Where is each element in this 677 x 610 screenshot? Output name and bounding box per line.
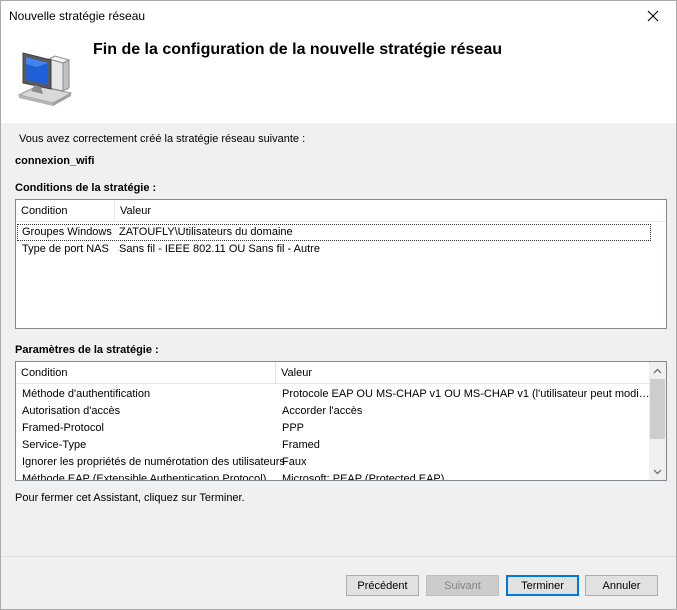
list-item[interactable]: Type de port NAS Sans fil - IEEE 802.11 … [17, 241, 651, 258]
condition-cell: Service-Type [22, 439, 87, 451]
value-cell: Faux [282, 456, 307, 468]
scroll-up-button[interactable] [649, 362, 666, 379]
chevron-up-icon [653, 368, 662, 373]
scroll-thumb[interactable] [650, 379, 665, 439]
cancel-button[interactable]: Annuler [585, 575, 658, 596]
conditions-list-header: Condition Valeur [16, 200, 666, 222]
settings-list-header: Condition Valeur [16, 362, 650, 384]
value-cell: Sans fil - IEEE 802.11 OU Sans fil - Aut… [119, 243, 320, 255]
footer-text: Pour fermer cet Assistant, cliquez sur T… [15, 492, 245, 504]
value-cell: ZATOUFLY\Utilisateurs du domaine [119, 226, 293, 238]
value-cell: Protocole EAP OU MS-CHAP v1 OU MS-CHAP v… [282, 388, 650, 400]
value-cell: Microsoft: PEAP (Protected EAP) [282, 473, 445, 481]
intro-text: Vous avez correctement créé la stratégie… [19, 133, 306, 145]
list-item[interactable]: Méthode EAP (Extensible Authentication P… [17, 471, 651, 481]
finish-button[interactable]: Terminer [506, 575, 579, 596]
condition-cell: Type de port NAS [22, 243, 109, 255]
condition-cell: Autorisation d'accès [22, 405, 121, 417]
conditions-label: Conditions de la stratégie : [15, 182, 157, 194]
button-bar: Précédent Suivant Terminer Annuler [1, 556, 676, 609]
column-header-condition[interactable]: Condition [16, 200, 114, 222]
conditions-list[interactable]: Condition Valeur Groupes Windows ZATOUFL… [15, 199, 667, 329]
settings-label: Paramètres de la stratégie : [15, 344, 159, 356]
condition-cell: Ignorer les propriétés de numérotation d… [22, 456, 285, 468]
condition-cell: Groupes Windows [22, 226, 112, 238]
scroll-down-button[interactable] [649, 463, 666, 480]
network-computer-icon [17, 52, 73, 106]
title-bar: Nouvelle stratégie réseau [1, 1, 676, 31]
wizard-window: Nouvelle stratégie réseau Fin de la conf… [0, 0, 677, 610]
value-cell: PPP [282, 422, 305, 434]
column-header-condition[interactable]: Condition [16, 362, 275, 384]
condition-cell: Framed-Protocol [22, 422, 104, 434]
close-icon [647, 10, 659, 22]
column-header-value[interactable]: Valeur [114, 200, 666, 222]
wizard-header: Fin de la configuration de la nouvelle s… [1, 31, 676, 123]
close-button[interactable] [630, 1, 676, 31]
value-cell: Framed [282, 439, 320, 451]
list-item[interactable]: Groupes Windows ZATOUFLY\Utilisateurs du… [17, 224, 651, 241]
settings-list[interactable]: Condition Valeur Méthode d'authentificat… [15, 361, 667, 481]
next-button[interactable]: Suivant [426, 575, 499, 596]
condition-cell: Méthode EAP (Extensible Authentication P… [22, 473, 267, 481]
condition-cell: Méthode d'authentification [22, 388, 151, 400]
policy-name: connexion_wifi [15, 155, 95, 167]
previous-button[interactable]: Précédent [346, 575, 419, 596]
list-item[interactable]: Service-Type Framed [17, 437, 651, 454]
settings-scrollbar[interactable] [649, 362, 666, 480]
list-item[interactable]: Autorisation d'accès Accorder l'accès [17, 403, 651, 420]
value-cell: Accorder l'accès [282, 405, 363, 417]
page-title: Fin de la configuration de la nouvelle s… [93, 41, 502, 58]
column-header-value[interactable]: Valeur [275, 362, 650, 384]
chevron-down-icon [653, 469, 662, 474]
list-item[interactable]: Framed-Protocol PPP [17, 420, 651, 437]
list-item[interactable]: Ignorer les propriétés de numérotation d… [17, 454, 651, 471]
list-item[interactable]: Méthode d'authentification Protocole EAP… [17, 386, 651, 403]
window-title: Nouvelle stratégie réseau [9, 9, 146, 23]
